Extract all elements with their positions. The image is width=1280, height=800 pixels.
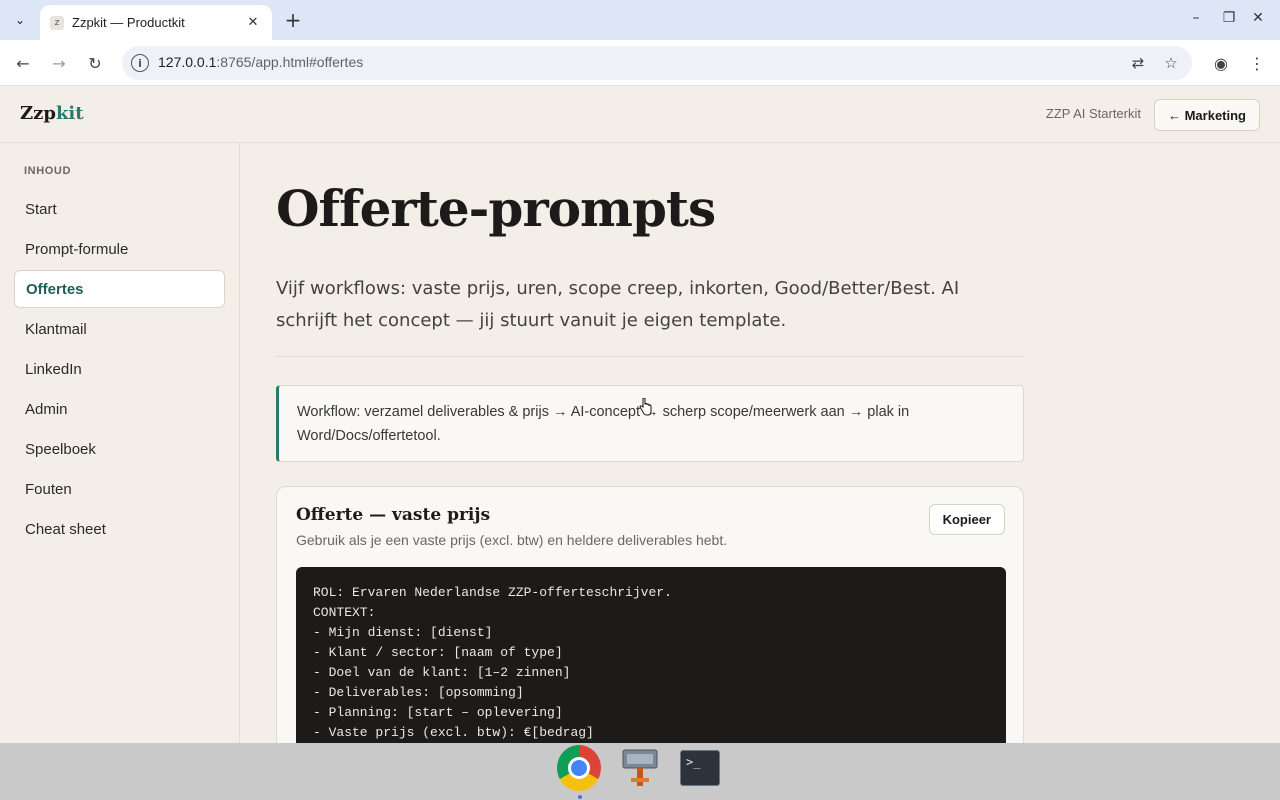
restore-icon[interactable]: ❐ <box>1219 10 1239 26</box>
back-arrow-icon[interactable]: ← <box>12 52 34 74</box>
forward-arrow-icon[interactable]: → <box>48 52 70 74</box>
sidebar: INHOUD Start Prompt-formule Offertes Kla… <box>0 143 240 743</box>
reload-icon[interactable]: ↻ <box>84 52 106 74</box>
page-lede: Vijf workflows: vaste prijs, uren, scope… <box>276 278 960 331</box>
logo[interactable]: Zzpkit <box>20 103 84 124</box>
code-line: - Vaste prijs (excl. btw): €[bedrag] <box>313 725 594 740</box>
code-line: - Doel van de klant: [1–2 zinnen] <box>313 665 571 680</box>
code-line: - Mijn dienst: [dienst] <box>313 625 493 640</box>
sidebar-item-fouten[interactable]: Fouten <box>14 470 225 508</box>
url-text[interactable]: 127.0.0.1:8765/app.html#offertes <box>158 54 363 70</box>
translate-icon[interactable]: ⇄ <box>1128 53 1148 73</box>
favicon-icon: z <box>50 15 64 30</box>
sidebar-item-cheat-sheet[interactable]: Cheat sheet <box>14 510 225 548</box>
site-info-icon[interactable]: i <box>131 54 149 72</box>
main-content: Offerte-prompts Vijf workflows: vaste pr… <box>240 143 1280 743</box>
address-bar[interactable]: i 127.0.0.1:8765/app.html#offertes ⇄ ☆ <box>122 46 1192 80</box>
running-indicator <box>578 795 582 799</box>
prompt-card: Offerte — vaste prijs Gebruik als je een… <box>276 486 1024 743</box>
marketing-back-button[interactable]: ← Marketing <box>1153 99 1260 131</box>
sidebar-item-prompt-formule[interactable]: Prompt-formule <box>14 230 225 268</box>
code-line: CONTEXT: <box>313 605 376 620</box>
taskbar: >_ <box>0 743 1280 800</box>
hand-cursor-icon <box>639 398 652 416</box>
card-subtitle: Gebruik als je een vaste prijs (excl. bt… <box>296 532 728 548</box>
bookmark-star-icon[interactable]: ☆ <box>1161 53 1181 73</box>
tool-taskbar-icon[interactable] <box>618 746 662 790</box>
chrome-taskbar-icon[interactable] <box>557 745 601 791</box>
prompt-code-block[interactable]: ROL: Ervaren Nederlandse ZZP-offerteschr… <box>296 567 1006 743</box>
tab-close-icon[interactable]: ✕ <box>244 15 262 30</box>
sidebar-heading: INHOUD <box>24 165 71 177</box>
code-line: ROL: Ervaren Nederlandse ZZP-offerteschr… <box>313 585 672 600</box>
tab-search-chevron-icon[interactable]: ⌄ <box>8 8 32 32</box>
sidebar-item-offertes[interactable]: Offertes <box>14 270 225 308</box>
app-header: Zzpkit ZZP AI Starterkit ← Marketing <box>0 87 1280 143</box>
code-line: - Deliverables: [opsomming] <box>313 685 524 700</box>
browser-menu-icon[interactable]: ⋮ <box>1246 52 1268 74</box>
sidebar-item-admin[interactable]: Admin <box>14 390 225 428</box>
tab-title: Zzpkit — Productkit <box>72 15 185 30</box>
header-tagline: ZZP AI Starterkit <box>1045 106 1141 121</box>
browser-tab[interactable]: z Zzpkit — Productkit ✕ <box>40 5 272 40</box>
divider <box>276 356 1024 357</box>
page-title: Offerte-prompts <box>276 179 716 238</box>
sidebar-item-start[interactable]: Start <box>14 190 225 228</box>
workflow-callout: Workflow: verzamel deliverables & prijs … <box>276 385 1024 462</box>
browser-toolbar: ← → ↻ i 127.0.0.1:8765/app.html#offertes… <box>0 40 1280 86</box>
browser-tab-bar: ⌄ z Zzpkit — Productkit ✕ + – ❐ ✕ <box>0 0 1280 40</box>
profile-icon[interactable]: ◉ <box>1210 52 1232 74</box>
code-line: - Planning: [start – oplevering] <box>313 705 563 720</box>
window-close-icon[interactable]: ✕ <box>1248 10 1268 26</box>
sidebar-item-speelboek[interactable]: Speelboek <box>14 430 225 468</box>
sidebar-item-klantmail[interactable]: Klantmail <box>14 310 225 348</box>
new-tab-plus-icon[interactable]: + <box>282 8 304 32</box>
card-title: Offerte — vaste prijs <box>296 505 491 525</box>
terminal-taskbar-icon[interactable]: >_ <box>678 746 722 790</box>
copy-button[interactable]: Kopieer <box>928 504 1005 535</box>
sidebar-item-linkedin[interactable]: LinkedIn <box>14 350 225 388</box>
minimize-icon[interactable]: – <box>1186 10 1206 26</box>
code-line: - Klant / sector: [naam of type] <box>313 645 563 660</box>
